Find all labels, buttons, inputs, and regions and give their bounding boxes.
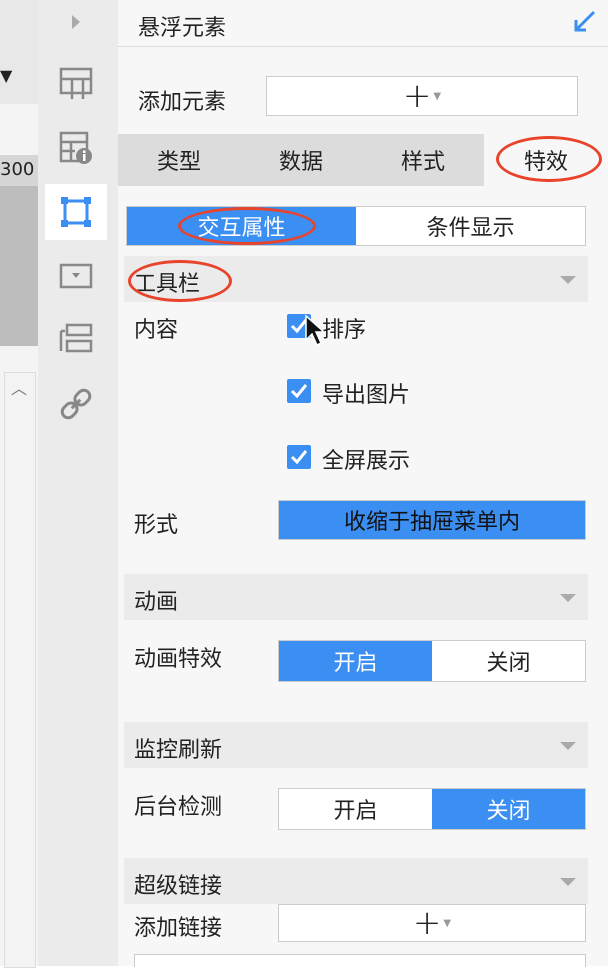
dropdown-arrow-icon[interactable]: ▼ bbox=[0, 66, 12, 85]
add-link-label: 添加链接 bbox=[134, 916, 223, 941]
layout-block-icon[interactable] bbox=[45, 312, 107, 368]
toolbar-section-header[interactable]: 工具栏 bbox=[124, 256, 588, 302]
export-image-label: 导出图片 bbox=[322, 383, 411, 408]
report-block-icon[interactable] bbox=[45, 56, 107, 112]
tab-bar: 类型 数据 样式 特效 bbox=[118, 134, 608, 186]
tab-type[interactable]: 类型 bbox=[118, 134, 240, 186]
collapse-arrow-icon[interactable] bbox=[570, 8, 598, 40]
subtab-conditional-display[interactable]: 条件显示 bbox=[356, 207, 585, 245]
animation-toggle: 开启 关闭 bbox=[278, 640, 586, 682]
caret-down-icon: ▼ bbox=[433, 90, 442, 102]
tab-style[interactable]: 样式 bbox=[362, 134, 484, 186]
collapse-caret-icon[interactable] bbox=[560, 276, 576, 284]
scrollbar[interactable]: ︿ bbox=[4, 372, 36, 968]
caret-down-icon: ▼ bbox=[443, 917, 452, 929]
fullscreen-label: 全屏展示 bbox=[322, 449, 411, 474]
link-icon[interactable] bbox=[45, 376, 107, 432]
animation-effect-label: 动画特效 bbox=[134, 647, 223, 672]
subtab-interaction[interactable]: 交互属性 bbox=[127, 207, 356, 245]
background-check-label: 后台检测 bbox=[134, 795, 223, 820]
refresh-section-title: 监控刷新 bbox=[134, 738, 223, 763]
add-element-button[interactable]: + ▼ bbox=[266, 76, 578, 116]
tab-effects[interactable]: 特效 bbox=[484, 134, 608, 186]
plus-icon: + bbox=[412, 903, 442, 943]
ruler: 300 bbox=[0, 155, 38, 186]
background-check-toggle: 开启 关闭 bbox=[278, 788, 586, 830]
table-info-icon[interactable] bbox=[45, 120, 107, 176]
plus-icon: + bbox=[402, 76, 432, 116]
form-select[interactable]: 收缩于抽屉菜单内 bbox=[278, 500, 586, 540]
link-list-box bbox=[134, 954, 586, 967]
add-link-button[interactable]: + ▼ bbox=[278, 904, 586, 942]
collapse-caret-icon[interactable] bbox=[560, 742, 576, 750]
fullscreen-checkbox[interactable] bbox=[287, 445, 311, 469]
canvas-toolbar-edge: ▼ bbox=[0, 0, 38, 104]
tab-data[interactable]: 数据 bbox=[240, 134, 362, 186]
animation-section-header[interactable]: 动画 bbox=[124, 574, 588, 620]
dropdown-widget-icon[interactable] bbox=[45, 248, 107, 304]
add-element-label: 添加元素 bbox=[138, 90, 227, 115]
animation-on-option[interactable]: 开启 bbox=[279, 641, 432, 681]
background-check-on-option[interactable]: 开启 bbox=[279, 789, 432, 829]
hyperlink-section-title: 超级链接 bbox=[134, 874, 223, 899]
form-label: 形式 bbox=[134, 513, 179, 538]
export-image-checkbox[interactable] bbox=[287, 379, 311, 403]
ruler-label: 300 bbox=[0, 159, 35, 180]
toolbar-section-title: 工具栏 bbox=[134, 272, 201, 297]
expand-arrow-icon[interactable] bbox=[45, 0, 107, 44]
subtab-bar: 交互属性 条件显示 bbox=[126, 206, 586, 246]
collapse-caret-icon[interactable] bbox=[560, 594, 576, 602]
animation-off-option[interactable]: 关闭 bbox=[432, 641, 585, 681]
scroll-up-icon[interactable]: ︿ bbox=[11, 375, 27, 399]
content-label: 内容 bbox=[134, 318, 179, 343]
sort-label: 排序 bbox=[322, 318, 367, 343]
animation-section-title: 动画 bbox=[134, 590, 179, 615]
panel-title: 悬浮元素 bbox=[138, 16, 227, 41]
refresh-section-header[interactable]: 监控刷新 bbox=[124, 722, 588, 768]
divider bbox=[118, 46, 608, 47]
hyperlink-section-header[interactable]: 超级链接 bbox=[124, 858, 588, 904]
collapse-caret-icon[interactable] bbox=[560, 878, 576, 886]
mouse-cursor-icon bbox=[304, 314, 326, 352]
background-check-off-option[interactable]: 关闭 bbox=[432, 789, 585, 829]
floating-element-icon[interactable] bbox=[45, 184, 107, 240]
canvas-area bbox=[0, 186, 38, 346]
